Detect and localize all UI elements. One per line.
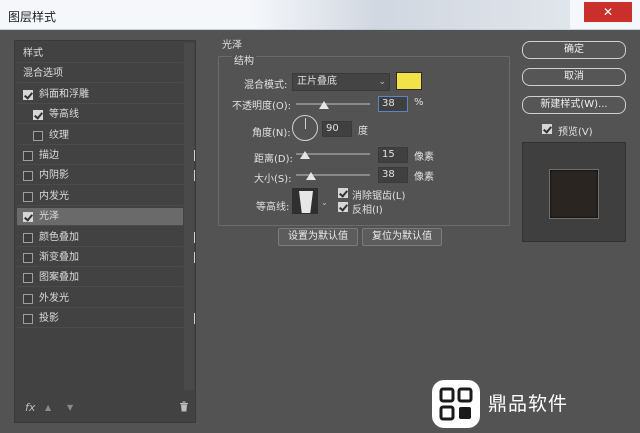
contour-label: 等高线: bbox=[256, 202, 290, 213]
style-item-label: 外发光 bbox=[39, 292, 69, 304]
style-preview bbox=[522, 142, 626, 242]
watermark: 鼎品软件 bbox=[428, 378, 640, 433]
layer-style-dialog: 样式混合选项斜面和浮雕等高线纹理描边+内阴影+内发光光泽颜色叠加+渐变叠加+图案… bbox=[0, 30, 640, 433]
invert-checkbox[interactable] bbox=[338, 202, 348, 212]
ok-button[interactable]: 确定 bbox=[522, 41, 626, 59]
style-item-label: 斜面和浮雕 bbox=[39, 88, 89, 100]
style-item-label: 纹理 bbox=[49, 129, 69, 141]
title-bar: 图层样式 ✕ bbox=[0, 0, 640, 30]
style-item-checkbox[interactable] bbox=[23, 273, 33, 284]
blend-mode-label: 混合模式: bbox=[244, 80, 288, 91]
distance-slider-thumb[interactable] bbox=[300, 151, 310, 159]
style-item-checkbox[interactable] bbox=[23, 232, 33, 243]
angle-unit: 度 bbox=[358, 126, 368, 137]
style-item-label: 混合选项 bbox=[23, 68, 63, 80]
new-style-button[interactable]: 新建样式(W)... bbox=[522, 96, 626, 114]
style-item-checkbox[interactable] bbox=[23, 171, 33, 182]
style-list: 样式混合选项斜面和浮雕等高线纹理描边+ 内阴影+ 内发光光泽颜色叠加+ 渐变叠加+ 图案… bbox=[14, 40, 196, 423]
opacity-slider[interactable] bbox=[296, 103, 370, 105]
distance-label: 距离(D): bbox=[254, 154, 293, 165]
style-item-label: 样式 bbox=[23, 48, 43, 59]
style-item-label: 描边 bbox=[39, 150, 59, 161]
style-list-toolbar: fx ▲ ▼ bbox=[17, 399, 193, 419]
contour-curve-icon bbox=[293, 189, 317, 213]
size-label: 大小(S): bbox=[254, 174, 292, 185]
style-item-checkbox[interactable] bbox=[33, 110, 43, 121]
angle-input[interactable]: 90 bbox=[322, 121, 352, 137]
invert-label: 反相(I) bbox=[352, 205, 383, 216]
antialias-checkbox[interactable] bbox=[338, 188, 348, 198]
size-unit: 像素 bbox=[414, 172, 434, 183]
contour-dropdown-icon[interactable]: ⌄ bbox=[321, 198, 328, 207]
style-item-label: 光泽 bbox=[39, 211, 59, 223]
contour-picker[interactable] bbox=[292, 188, 318, 214]
fx-icon[interactable]: fx bbox=[25, 401, 35, 414]
close-button[interactable]: ✕ bbox=[584, 2, 632, 22]
style-list-item[interactable]: 颜色叠加+ bbox=[17, 229, 195, 247]
style-item-checkbox[interactable] bbox=[23, 212, 33, 223]
style-item-checkbox[interactable] bbox=[23, 191, 33, 202]
reset-default-button[interactable]: 复位为默认值 bbox=[362, 228, 442, 246]
style-item-checkbox[interactable] bbox=[33, 130, 43, 141]
style-item-label: 内阴影 bbox=[39, 170, 69, 182]
section-title: 光泽 bbox=[222, 40, 242, 51]
style-list-item[interactable]: 斜面和浮雕 bbox=[17, 86, 183, 104]
style-item-label: 图案叠加 bbox=[39, 272, 79, 284]
style-list-item[interactable]: 纹理 bbox=[17, 127, 183, 145]
group-title: 结构 bbox=[232, 52, 256, 67]
opacity-slider-thumb[interactable] bbox=[319, 101, 330, 109]
blend-mode-value: 正片叠底 bbox=[297, 76, 337, 87]
style-list-item[interactable]: 投影+ bbox=[17, 310, 195, 329]
distance-input[interactable]: 15 bbox=[378, 147, 408, 163]
trash-icon[interactable] bbox=[179, 401, 189, 415]
style-item-label: 颜色叠加 bbox=[39, 231, 79, 243]
angle-dial[interactable] bbox=[292, 115, 318, 141]
watermark-logo bbox=[432, 380, 480, 428]
window-title: 图层样式 bbox=[8, 10, 57, 24]
style-list-item[interactable]: 光泽 bbox=[17, 208, 183, 227]
close-icon: ✕ bbox=[602, 5, 614, 19]
blend-mode-select[interactable]: 正片叠底 ⌄ bbox=[292, 73, 390, 91]
size-slider-thumb[interactable] bbox=[306, 172, 316, 180]
move-down-icon[interactable]: ▼ bbox=[67, 403, 73, 412]
chevron-down-icon: ⌄ bbox=[378, 77, 386, 87]
color-swatch[interactable] bbox=[396, 72, 422, 90]
opacity-label: 不透明度(O): bbox=[232, 101, 292, 112]
style-list-item[interactable]: 图案叠加 bbox=[17, 269, 183, 288]
style-item-checkbox[interactable] bbox=[23, 253, 33, 263]
style-list-item[interactable]: 混合选项 bbox=[17, 65, 183, 84]
style-item-checkbox[interactable] bbox=[23, 314, 33, 325]
style-list-item[interactable]: 内发光 bbox=[17, 188, 183, 206]
angle-label: 角度(N): bbox=[252, 128, 291, 139]
style-list-item[interactable]: 描边+ bbox=[17, 147, 195, 165]
style-list-item[interactable]: 样式 bbox=[17, 45, 183, 63]
title-bar-background bbox=[250, 0, 570, 30]
preview-thumbnail bbox=[549, 169, 599, 219]
preview-label: 预览(V) bbox=[558, 127, 593, 138]
distance-unit: 像素 bbox=[414, 152, 434, 163]
title-decoration bbox=[508, 10, 511, 21]
antialias-label: 消除锯齿(L) bbox=[352, 191, 406, 202]
style-list-item[interactable]: 外发光 bbox=[17, 290, 183, 308]
style-list-item[interactable]: 等高线 bbox=[17, 106, 183, 125]
move-up-icon[interactable]: ▲ bbox=[45, 403, 51, 412]
set-default-button[interactable]: 设置为默认值 bbox=[278, 228, 358, 246]
style-list-scrollbar[interactable] bbox=[184, 43, 194, 390]
style-item-checkbox[interactable] bbox=[23, 151, 33, 161]
style-item-label: 投影 bbox=[39, 313, 59, 325]
style-list-item[interactable]: 内阴影+ bbox=[17, 167, 195, 186]
style-list-item[interactable]: 渐变叠加+ bbox=[17, 249, 195, 267]
style-item-label: 等高线 bbox=[49, 109, 79, 121]
cancel-button[interactable]: 取消 bbox=[522, 68, 626, 86]
style-item-label: 渐变叠加 bbox=[39, 252, 79, 263]
watermark-text: 鼎品软件 bbox=[488, 393, 569, 415]
style-item-checkbox[interactable] bbox=[23, 89, 33, 100]
style-item-checkbox[interactable] bbox=[23, 293, 33, 304]
preview-checkbox[interactable] bbox=[542, 124, 552, 134]
opacity-input[interactable]: 38 bbox=[378, 96, 408, 112]
opacity-unit: % bbox=[414, 97, 424, 108]
style-item-label: 内发光 bbox=[39, 190, 69, 202]
size-input[interactable]: 38 bbox=[378, 167, 408, 183]
